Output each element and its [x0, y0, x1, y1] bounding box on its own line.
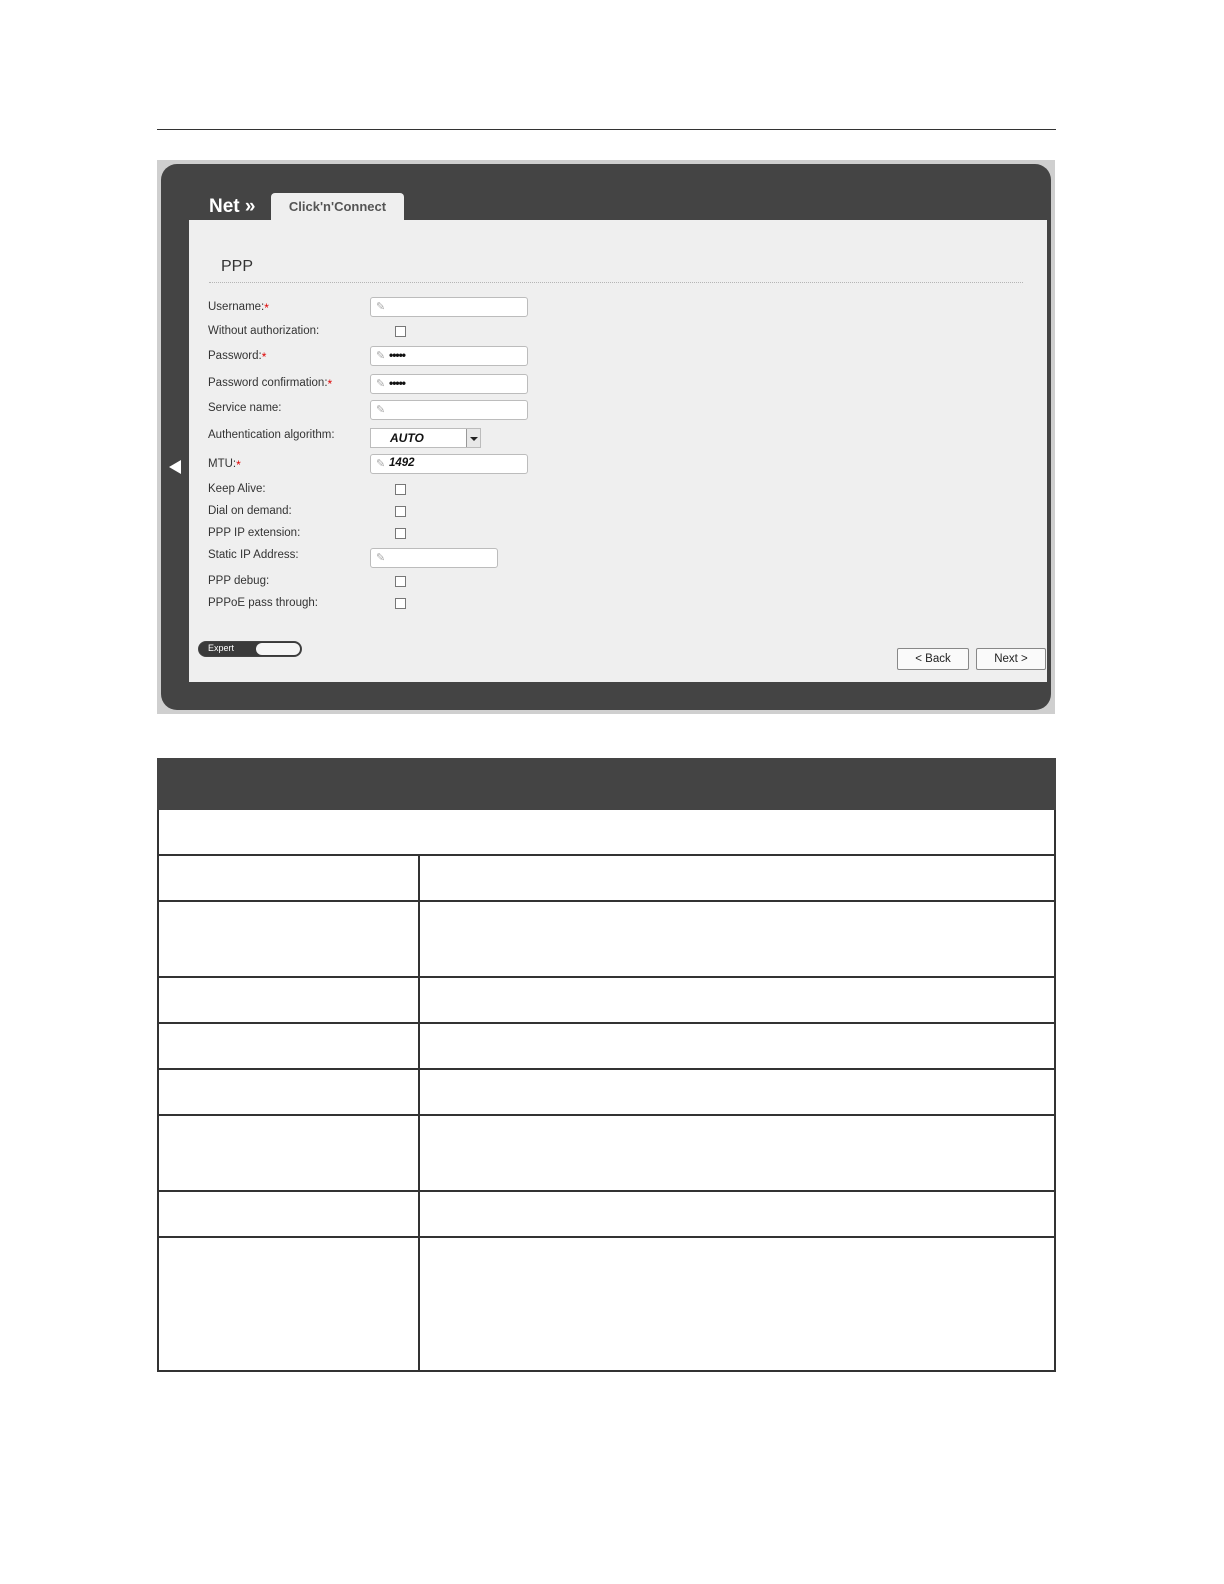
pppoe-pass-through-label: PPPoE pass through:	[208, 597, 318, 609]
pencil-icon: ✎	[376, 458, 386, 470]
expert-toggle-label: Expert	[208, 643, 235, 653]
ppp-debug-label: PPP debug:	[208, 575, 270, 587]
pencil-icon: ✎	[376, 404, 386, 416]
pencil-icon: ✎	[376, 301, 386, 313]
password-value: •••••	[389, 348, 406, 362]
auth-algorithm-select[interactable]: AUTO	[370, 428, 481, 448]
description-table	[157, 758, 1056, 1372]
dial-on-demand-label: Dial on demand:	[208, 505, 292, 517]
table-row	[157, 1022, 1056, 1070]
required-marker: *	[327, 377, 333, 391]
username-label: Username:*	[208, 301, 269, 315]
dial-on-demand-checkbox[interactable]	[395, 506, 406, 517]
table-row	[157, 1068, 1056, 1116]
section-divider	[209, 282, 1023, 283]
tab-click-n-connect[interactable]: Click'n'Connect	[271, 193, 404, 223]
password-confirm-field[interactable]: ✎ •••••	[370, 374, 528, 394]
mtu-label: MTU:*	[208, 458, 241, 472]
next-button[interactable]: Next >	[976, 648, 1046, 670]
keep-alive-checkbox[interactable]	[395, 484, 406, 495]
auth-algorithm-label: Authentication algorithm:	[208, 429, 335, 441]
top-rule	[157, 129, 1056, 130]
ppp-debug-checkbox[interactable]	[395, 576, 406, 587]
mtu-value: 1492	[389, 457, 415, 469]
ppp-ip-extension-checkbox[interactable]	[395, 528, 406, 539]
table-row	[157, 854, 1056, 902]
table-row	[157, 976, 1056, 1024]
password-label: Password:*	[208, 350, 267, 364]
password-field[interactable]: ✎ •••••	[370, 346, 528, 366]
table-row	[157, 1190, 1056, 1238]
password-confirm-value: •••••	[389, 376, 406, 390]
chevron-down-icon[interactable]	[466, 429, 480, 447]
section-title: PPP	[221, 258, 254, 275]
router-frame: Net » Click'n'Connect PPP Username:* ✎ W…	[161, 164, 1051, 710]
mtu-field[interactable]: ✎ 1492	[370, 454, 528, 474]
without-auth-label: Without authorization:	[208, 325, 320, 337]
pencil-icon: ✎	[376, 552, 386, 564]
required-marker: *	[261, 350, 267, 364]
toggle-knob	[256, 643, 300, 655]
back-arrow-icon[interactable]	[169, 460, 181, 474]
username-field[interactable]: ✎	[370, 297, 528, 317]
password-confirm-label: Password confirmation:*	[208, 377, 333, 391]
router-screenshot: Net » Click'n'Connect PPP Username:* ✎ W…	[157, 160, 1055, 714]
pppoe-pass-through-checkbox[interactable]	[395, 598, 406, 609]
table-section-row	[157, 808, 1056, 856]
service-name-field[interactable]: ✎	[370, 400, 528, 420]
table-row	[157, 900, 1056, 978]
keep-alive-label: Keep Alive:	[208, 483, 266, 495]
back-button[interactable]: < Back	[897, 648, 969, 670]
service-name-label: Service name:	[208, 402, 282, 414]
static-ip-label: Static IP Address:	[208, 549, 299, 561]
expert-toggle[interactable]: Expert	[198, 641, 302, 657]
without-auth-checkbox[interactable]	[395, 326, 406, 337]
pencil-icon: ✎	[376, 350, 386, 362]
table-row	[157, 1236, 1056, 1372]
pencil-icon: ✎	[376, 378, 386, 390]
static-ip-field[interactable]: ✎	[370, 548, 498, 568]
ppp-ip-extension-label: PPP IP extension:	[208, 527, 301, 539]
required-marker: *	[236, 458, 241, 472]
required-marker: *	[264, 301, 269, 315]
table-row	[157, 1114, 1056, 1192]
nav-title: Net »	[209, 196, 256, 217]
table-header	[157, 758, 1056, 810]
content-panel: PPP Username:* ✎ Without authorization: …	[189, 220, 1047, 682]
auth-algorithm-value: AUTO	[390, 431, 424, 445]
